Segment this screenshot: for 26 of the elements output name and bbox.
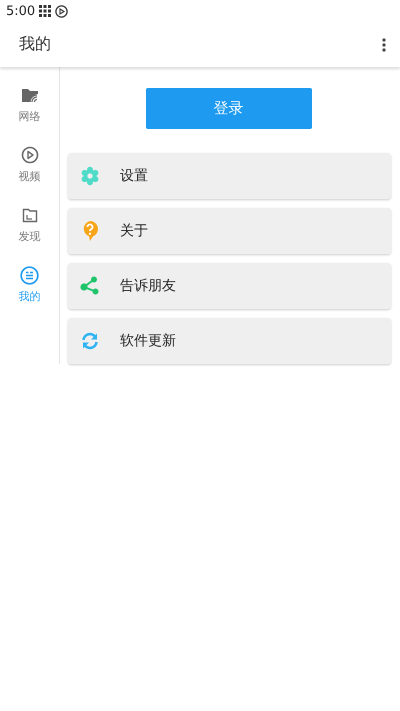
list-circle-icon (20, 266, 39, 284)
menu-item[interactable]: 设置 (68, 153, 391, 199)
grid-icon (39, 5, 52, 17)
login-button[interactable]: 登录 (146, 88, 312, 129)
sidebar-label: 网络 (18, 109, 40, 124)
sidebar-item[interactable]: 发现 (0, 205, 59, 265)
gear-icon (80, 166, 100, 186)
sidebar-item[interactable]: 视频 (0, 145, 59, 205)
play-circle-icon (20, 146, 38, 164)
play-circle-icon (55, 4, 68, 18)
share-icon (80, 276, 100, 296)
status-time: 5:00 (6, 4, 36, 18)
sidebar-label: 我的 (18, 289, 40, 304)
sidebar-item[interactable]: 我的 (0, 265, 59, 325)
sidebar-label: 视频 (18, 169, 40, 184)
menu-item[interactable]: 告诉朋友 (68, 263, 391, 309)
folder-wifi-icon (20, 87, 38, 103)
folder-icon (22, 208, 38, 222)
menu-item[interactable]: 软件更新 (68, 318, 391, 364)
sidebar-item[interactable]: 网络 (0, 85, 59, 145)
menu-item[interactable]: 关于 (68, 208, 391, 254)
more-menu-icon[interactable] (382, 38, 386, 52)
question-bubble-icon (81, 220, 99, 242)
app-title: 我的 (19, 34, 51, 55)
refresh-icon (81, 332, 99, 350)
sidebar-label: 发现 (18, 229, 40, 244)
